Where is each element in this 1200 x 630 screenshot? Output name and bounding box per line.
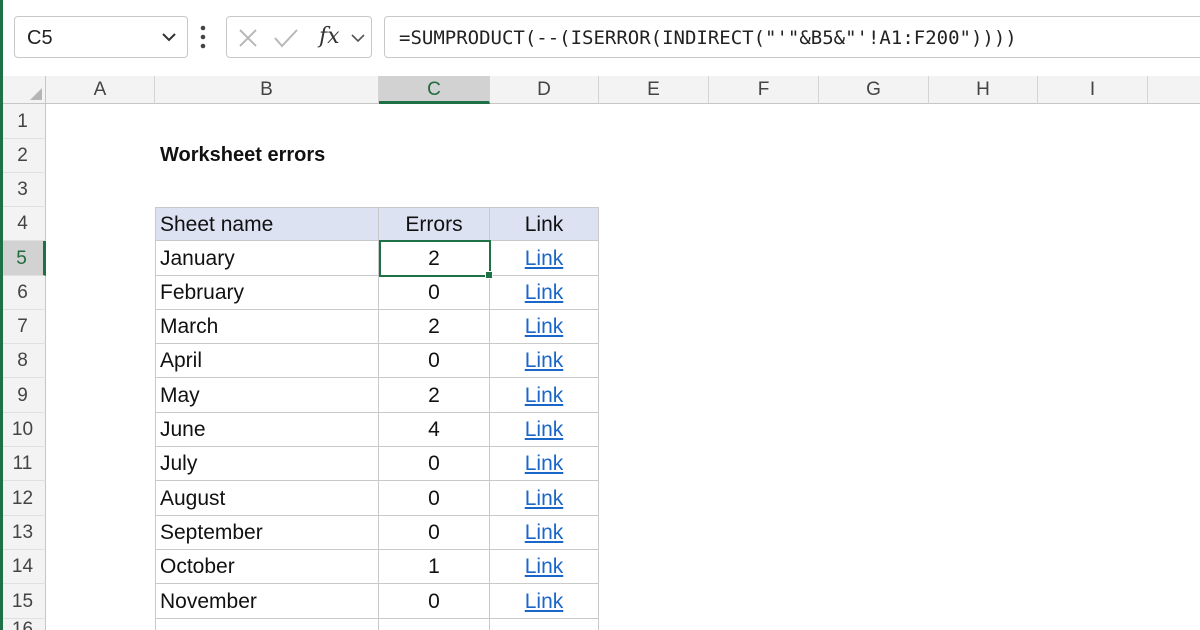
- errors-cell[interactable]: 0: [379, 481, 490, 516]
- sheet-link[interactable]: Link: [525, 247, 564, 270]
- name-box[interactable]: C5: [14, 16, 188, 58]
- sheet-link[interactable]: Link: [525, 384, 564, 407]
- errors-cell[interactable]: 0: [379, 344, 490, 378]
- row-header[interactable]: 7: [0, 310, 46, 344]
- row-header[interactable]: 12: [0, 481, 46, 516]
- link-cell: Link: [490, 276, 599, 310]
- sheet-name-cell[interactable]: March: [155, 310, 379, 344]
- row-header[interactable]: 1: [0, 104, 46, 139]
- formula-text: =SUMPRODUCT(--(ISERROR(INDIRECT("'"&B5&"…: [399, 27, 1017, 49]
- row-header[interactable]: 14: [0, 550, 46, 584]
- row-header-selected[interactable]: 5: [0, 241, 46, 276]
- column-header[interactable]: G: [819, 76, 929, 104]
- sheet-link[interactable]: Link: [525, 418, 564, 441]
- sheet-link[interactable]: Link: [525, 452, 564, 475]
- formula-controls: fx: [226, 16, 372, 58]
- sheet-name-cell[interactable]: September: [155, 516, 379, 550]
- errors-cell-partial[interactable]: [379, 619, 490, 630]
- name-box-value: C5: [27, 27, 53, 49]
- table-header-sheet-name: Sheet name: [155, 207, 379, 241]
- sheet-link[interactable]: Link: [525, 487, 564, 510]
- link-cell-partial[interactable]: [490, 619, 599, 630]
- sheet-name-cell[interactable]: October: [155, 550, 379, 584]
- errors-cell[interactable]: 0: [379, 516, 490, 550]
- table-header-errors: Errors: [379, 207, 490, 241]
- sheet-name-cell[interactable]: November: [155, 584, 379, 619]
- column-header[interactable]: H: [929, 76, 1038, 104]
- chevron-down-icon[interactable]: [161, 29, 177, 45]
- link-cell: Link: [490, 447, 599, 481]
- sheet-name-cell[interactable]: May: [155, 378, 379, 413]
- row-header[interactable]: 2: [0, 139, 46, 173]
- sheet-name-cell[interactable]: July: [155, 447, 379, 481]
- errors-cell[interactable]: 0: [379, 584, 490, 619]
- link-cell: Link: [490, 310, 599, 344]
- column-header-partial[interactable]: [1148, 76, 1200, 104]
- sheet-name-cell[interactable]: February: [155, 276, 379, 310]
- errors-cell[interactable]: 2: [379, 378, 490, 413]
- sheet-name-cell[interactable]: April: [155, 344, 379, 378]
- link-cell: Link: [490, 344, 599, 378]
- sheet-link[interactable]: Link: [525, 315, 564, 338]
- link-cell: Link: [490, 584, 599, 619]
- expand-chevron-icon[interactable]: [351, 32, 365, 44]
- sheet-name-cell[interactable]: June: [155, 413, 379, 447]
- table-header-link: Link: [490, 207, 599, 241]
- row-header[interactable]: 11: [0, 447, 46, 481]
- column-header[interactable]: I: [1038, 76, 1148, 104]
- sheet-link[interactable]: Link: [525, 521, 564, 544]
- enter-check-icon[interactable]: [273, 27, 299, 49]
- fill-handle[interactable]: [485, 271, 493, 279]
- sheet-name-cell-partial[interactable]: [155, 619, 379, 630]
- sheet-link[interactable]: Link: [525, 590, 564, 613]
- column-header[interactable]: E: [599, 76, 709, 104]
- insert-function-icon[interactable]: fx: [319, 24, 340, 49]
- link-cell: Link: [490, 413, 599, 447]
- sheet-link[interactable]: Link: [525, 281, 564, 304]
- row-header[interactable]: 10: [0, 413, 46, 447]
- link-cell: Link: [490, 241, 599, 276]
- column-header[interactable]: B: [155, 76, 379, 104]
- link-cell: Link: [490, 516, 599, 550]
- errors-cell[interactable]: 2: [379, 310, 490, 344]
- select-all-triangle-icon: [30, 88, 42, 100]
- select-all-corner[interactable]: [0, 76, 46, 104]
- sheet-link[interactable]: Link: [525, 555, 564, 578]
- link-cell: Link: [490, 550, 599, 584]
- formula-bar: C5 fx =SUMPRODUCT(--(ISERROR(INDIRECT("'…: [0, 0, 1200, 76]
- link-cell: Link: [490, 481, 599, 516]
- row-header[interactable]: 3: [0, 173, 46, 207]
- cancel-icon[interactable]: [237, 27, 259, 49]
- sheet-name-cell[interactable]: August: [155, 481, 379, 516]
- sheet-link[interactable]: Link: [525, 349, 564, 372]
- column-header[interactable]: D: [490, 76, 599, 104]
- row-header[interactable]: 9: [0, 378, 46, 413]
- active-cell-border: [379, 240, 491, 277]
- errors-cell[interactable]: 0: [379, 276, 490, 310]
- window-edge: [0, 0, 3, 630]
- errors-cell[interactable]: 4: [379, 413, 490, 447]
- column-header[interactable]: F: [709, 76, 819, 104]
- column-header-selected[interactable]: C: [379, 76, 490, 104]
- errors-cell[interactable]: 1: [379, 550, 490, 584]
- sheet-name-cell[interactable]: January: [155, 241, 379, 276]
- row-header[interactable]: 4: [0, 207, 46, 241]
- sheet-title: Worksheet errors: [160, 144, 326, 166]
- row-header[interactable]: 16: [0, 619, 46, 630]
- column-header[interactable]: A: [46, 76, 155, 104]
- row-header[interactable]: 15: [0, 584, 46, 619]
- errors-cell[interactable]: 0: [379, 447, 490, 481]
- row-header[interactable]: 8: [0, 344, 46, 378]
- formula-input[interactable]: =SUMPRODUCT(--(ISERROR(INDIRECT("'"&B5&"…: [384, 16, 1200, 58]
- more-options-icon[interactable]: [200, 24, 206, 50]
- link-cell: Link: [490, 378, 599, 413]
- row-header[interactable]: 6: [0, 276, 46, 310]
- row-header[interactable]: 13: [0, 516, 46, 550]
